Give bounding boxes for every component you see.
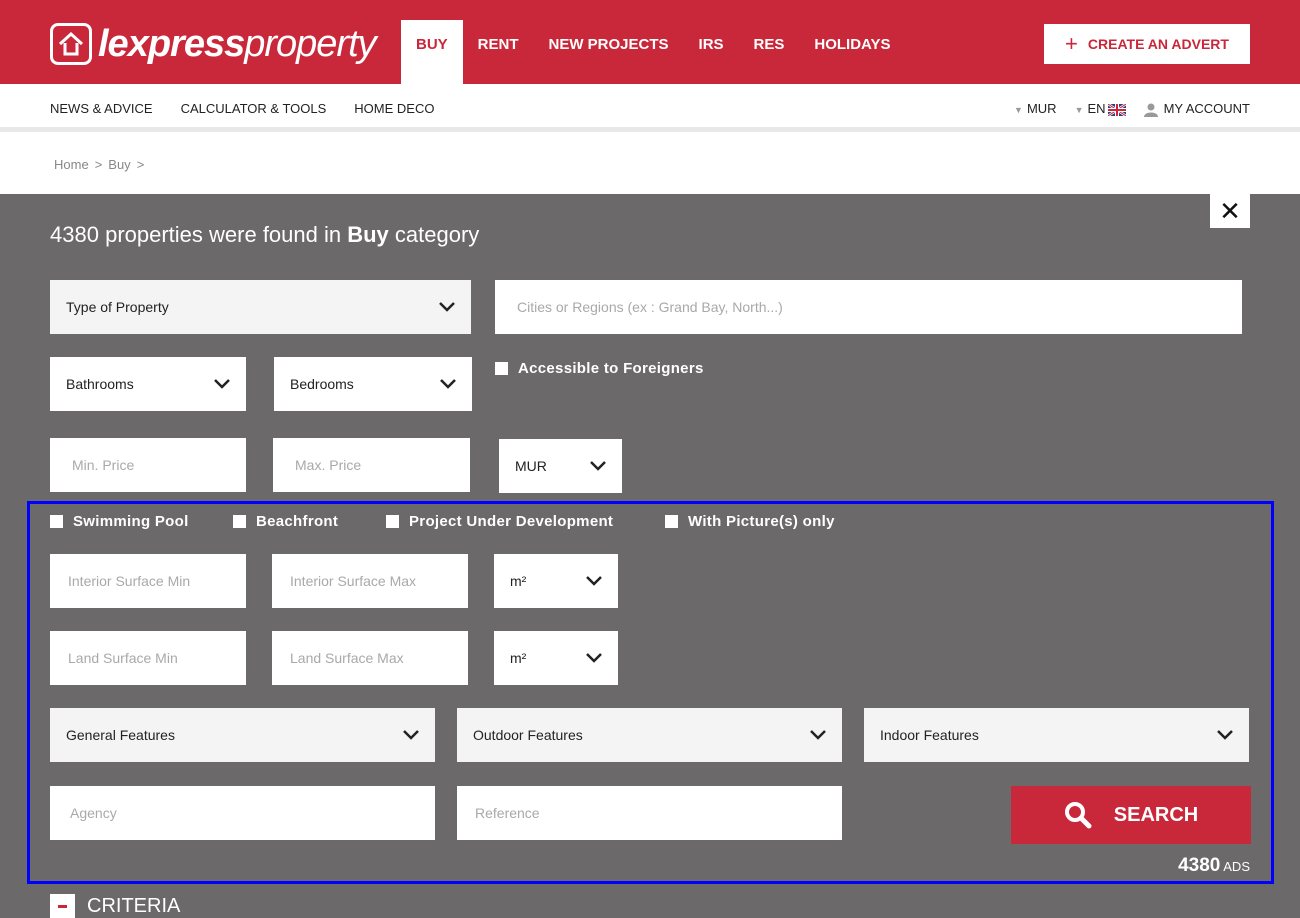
ads-count: 4380 ADS — [1178, 855, 1250, 876]
minus-icon — [50, 894, 75, 918]
interior-surface-min-input[interactable] — [50, 554, 246, 608]
nav-new-projects[interactable]: NEW PROJECTS — [534, 20, 684, 84]
breadcrumb-buy[interactable]: Buy — [108, 157, 130, 172]
breadcrumb-separator: > — [94, 157, 103, 172]
min-price-input[interactable] — [50, 438, 246, 492]
checkbox-box — [50, 515, 63, 528]
outdoor-features-select[interactable]: Outdoor Features — [457, 708, 842, 762]
nav-res[interactable]: RES — [739, 20, 800, 84]
nav-rent[interactable]: RENT — [463, 20, 534, 84]
chevron-down-icon — [214, 379, 230, 389]
logo-text: lexpressproperty — [98, 22, 377, 65]
land-surface-max-input[interactable] — [272, 631, 468, 685]
checkbox-box — [495, 362, 508, 375]
nav-irs[interactable]: IRS — [684, 20, 739, 84]
max-price-input[interactable] — [273, 438, 470, 492]
close-icon[interactable]: ✕ — [1210, 194, 1250, 228]
interior-unit-select[interactable]: m² — [494, 554, 618, 608]
chevron-down-icon — [586, 576, 602, 586]
checkbox-box — [665, 515, 678, 528]
breadcrumb: Home > Buy > — [54, 157, 150, 172]
subnav-home-deco[interactable]: HOME DECO — [354, 101, 434, 116]
accessible-foreigners-checkbox[interactable]: Accessible to Foreigners — [495, 360, 704, 377]
results-summary: 4380 properties were found in Buy catego… — [50, 222, 480, 247]
swimming-pool-checkbox[interactable]: Swimming Pool — [50, 513, 189, 530]
cities-regions-input[interactable] — [495, 280, 1242, 334]
breadcrumb-home[interactable]: Home — [54, 157, 89, 172]
caret-down-icon: ▼ — [1014, 105, 1023, 116]
checkbox-box — [233, 515, 246, 528]
search-button[interactable]: SEARCH — [1011, 786, 1251, 844]
with-pictures-checkbox[interactable]: With Picture(s) only — [665, 513, 835, 530]
price-currency-select[interactable]: MUR — [499, 439, 622, 493]
criteria-toggle[interactable]: CRITERIA — [50, 894, 180, 918]
chevron-down-icon — [403, 730, 419, 740]
logo[interactable]: lexpressproperty — [50, 18, 377, 70]
nav-holidays[interactable]: HOLIDAYS — [799, 20, 905, 84]
subnav-calculator-tools[interactable]: CALCULATOR & TOOLS — [181, 101, 327, 116]
project-under-development-checkbox[interactable]: Project Under Development — [386, 513, 613, 530]
plus-icon: + — [1065, 31, 1078, 56]
chevron-down-icon — [439, 302, 455, 312]
indoor-features-select[interactable]: Indoor Features — [864, 708, 1249, 762]
chevron-down-icon — [586, 653, 602, 663]
land-unit-select[interactable]: m² — [494, 631, 618, 685]
bedrooms-select[interactable]: Bedrooms — [274, 357, 472, 411]
chevron-down-icon — [590, 461, 606, 471]
search-icon — [1064, 802, 1092, 829]
type-of-property-select[interactable]: Type of Property — [50, 280, 471, 334]
user-icon — [1143, 103, 1158, 117]
nav-buy[interactable]: BUY — [401, 20, 463, 84]
interior-surface-max-input[interactable] — [272, 554, 468, 608]
reference-input[interactable] — [457, 786, 842, 840]
land-surface-min-input[interactable] — [50, 631, 246, 685]
language-selector[interactable]: ▼ EN — [1075, 101, 1126, 116]
general-features-select[interactable]: General Features — [50, 708, 435, 762]
secondary-nav: NEWS & ADVICE CALCULATOR & TOOLS HOME DE… — [0, 84, 1300, 132]
create-advert-button[interactable]: + CREATE AN ADVERT — [1044, 24, 1250, 64]
currency-selector[interactable]: ▼ MUR — [1014, 101, 1057, 116]
main-nav: BUY RENT NEW PROJECTS IRS RES HOLIDAYS — [401, 20, 906, 84]
create-advert-label: CREATE AN ADVERT — [1087, 36, 1229, 52]
checkbox-box — [386, 515, 399, 528]
house-logo-icon — [50, 23, 92, 65]
subnav-news-advice[interactable]: NEWS & ADVICE — [50, 101, 153, 116]
beachfront-checkbox[interactable]: Beachfront — [233, 513, 338, 530]
my-account-link[interactable]: MY ACCOUNT — [1143, 101, 1250, 117]
chevron-down-icon — [440, 379, 456, 389]
agency-input[interactable] — [50, 786, 435, 840]
bathrooms-select[interactable]: Bathrooms — [50, 357, 246, 411]
caret-down-icon: ▼ — [1074, 105, 1084, 116]
top-bar: lexpressproperty BUY RENT NEW PROJECTS I… — [0, 0, 1300, 84]
uk-flag-icon — [1107, 103, 1126, 116]
chevron-down-icon — [810, 730, 826, 740]
chevron-down-icon — [1217, 730, 1233, 740]
breadcrumb-separator: > — [136, 157, 145, 172]
